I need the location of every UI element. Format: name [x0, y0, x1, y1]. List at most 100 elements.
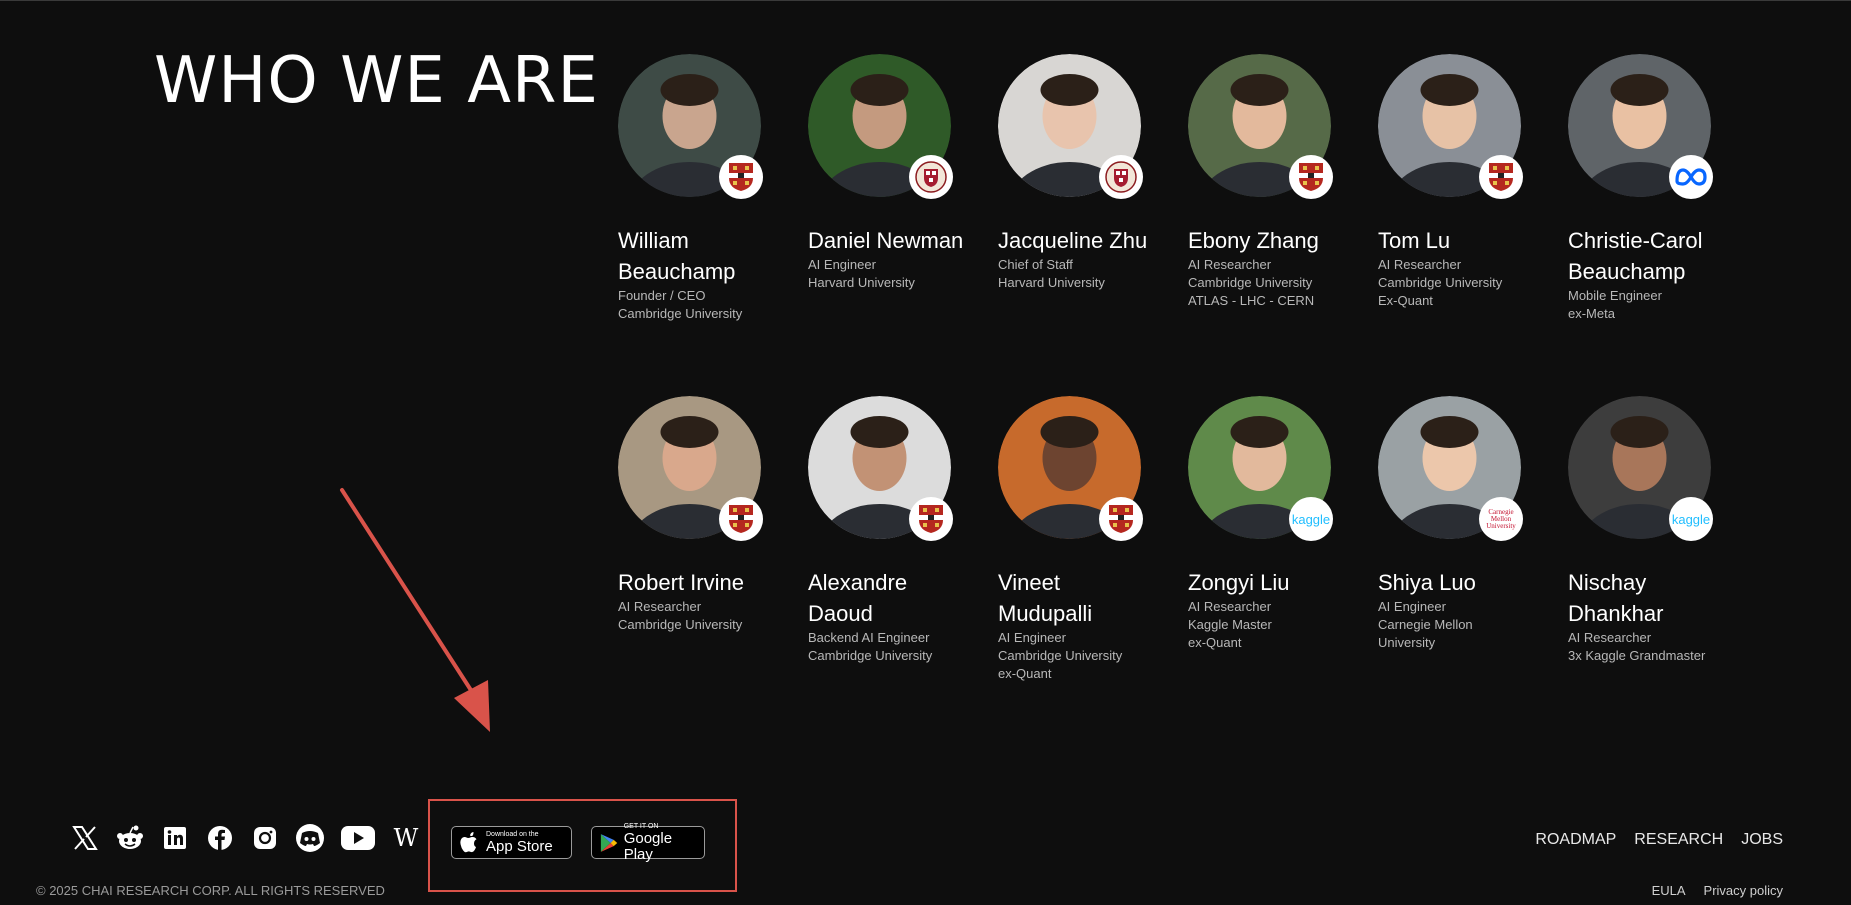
member-name: William Beauchamp	[618, 228, 736, 284]
member-detail: AI Researcher	[1568, 630, 1652, 645]
member-detail: AI Researcher	[1188, 599, 1272, 614]
member-photo-wrapper: kaggle	[1568, 396, 1713, 541]
member-detail: Cambridge University	[1188, 275, 1313, 290]
team-member-card: kaggle Zongyi Liu AI Researcher Kaggle Mast…	[1188, 396, 1358, 652]
member-name: Vineet Mudupalli	[998, 570, 1093, 626]
member-detail: Founder / CEO	[618, 288, 706, 303]
member-name: Nischay Dhankhar	[1568, 570, 1664, 626]
team-member-card: William Beauchamp Founder / CEO Cambridge …	[618, 54, 788, 323]
member-detail: Harvard University	[998, 275, 1105, 290]
app-store-label: App Store	[486, 837, 553, 855]
member-detail: ex-Meta	[1568, 306, 1615, 321]
member-photo-wrapper: kaggle	[1188, 396, 1333, 541]
member-detail: Cambridge University	[618, 306, 743, 321]
cambridge-crest-icon	[719, 497, 763, 541]
social-links: W	[70, 823, 436, 853]
team-member-card: Tom Lu AI Researcher Cambridge University E…	[1378, 54, 1548, 310]
youtube-icon[interactable]	[340, 823, 376, 853]
section-title: WHO WE ARE	[154, 44, 599, 118]
member-name: Tom Lu	[1378, 228, 1451, 253]
member-name: Shiya Luo	[1378, 570, 1476, 595]
member-photo-wrapper	[998, 396, 1143, 541]
member-name: Zongyi Liu	[1188, 570, 1290, 595]
cambridge-crest-icon	[1289, 155, 1333, 199]
harvard-crest-icon	[909, 155, 953, 199]
eula-link[interactable]: EULA	[1652, 883, 1686, 898]
wikipedia-icon[interactable]: W	[391, 823, 421, 853]
app-store-button[interactable]: Download on the App Store	[451, 826, 572, 859]
member-detail: AI Researcher	[618, 599, 702, 614]
harvard-crest-icon	[1099, 155, 1143, 199]
team-member-card: Carnegie Mellon University Shiya Luo AI En…	[1378, 396, 1548, 652]
member-detail: AI Researcher	[1378, 257, 1462, 272]
x-icon[interactable]	[70, 823, 100, 853]
member-photo-wrapper	[1378, 54, 1523, 199]
kaggle-logo-icon: kaggle	[1669, 497, 1713, 541]
team-member-card: Daniel Newman AI Engineer Harvard Universi…	[808, 54, 978, 292]
member-name: Daniel Newman	[808, 228, 964, 253]
member-detail: University	[1378, 635, 1436, 650]
wikipedia-glyph: W	[393, 824, 419, 852]
member-detail: Carnegie Mellon	[1378, 617, 1473, 632]
member-detail: AI Engineer	[998, 630, 1066, 645]
member-detail: Ex-Quant	[1378, 293, 1433, 308]
google-play-icon	[600, 833, 618, 852]
team-member-card: Ebony Zhang AI Researcher Cambridge Univer…	[1188, 54, 1358, 310]
member-detail: Cambridge University	[618, 617, 743, 632]
member-photo-wrapper	[618, 396, 763, 541]
member-detail: Chief of Staff	[998, 257, 1073, 272]
member-photo-wrapper	[808, 396, 953, 541]
member-detail: AI Engineer	[1378, 599, 1446, 614]
team-member-card: Jacqueline Zhu Chief of Staff Harvard Univ…	[998, 54, 1168, 292]
team-member-card: Vineet Mudupalli AI Engineer Cambridge Uni…	[998, 396, 1168, 683]
cambridge-crest-icon	[909, 497, 953, 541]
member-photo-wrapper	[998, 54, 1143, 199]
member-detail: AI Engineer	[808, 257, 876, 272]
member-name: Alexandre Daoud	[808, 570, 908, 626]
member-photo-wrapper	[1188, 54, 1333, 199]
team-member-card: Robert Irvine AI Researcher Cambridge Univ…	[618, 396, 788, 634]
roadmap-link[interactable]: ROADMAP	[1535, 831, 1616, 849]
cambridge-crest-icon	[719, 155, 763, 199]
member-detail: ex-Quant	[1188, 635, 1242, 650]
member-detail: Cambridge University	[1378, 275, 1503, 290]
facebook-icon[interactable]	[205, 823, 235, 853]
member-photo-wrapper: Carnegie Mellon University	[1378, 396, 1523, 541]
kaggle-logo-icon: kaggle	[1289, 497, 1333, 541]
member-photo-wrapper	[618, 54, 763, 199]
member-detail: Kaggle Master	[1188, 617, 1272, 632]
footer-nav: ROADMAP RESEARCH JOBS	[1517, 831, 1783, 849]
privacy-policy-link[interactable]: Privacy policy	[1704, 883, 1783, 898]
legal-links: EULA Privacy policy	[1634, 883, 1783, 898]
member-detail: 3x Kaggle Grandmaster	[1568, 648, 1706, 663]
google-play-button[interactable]: GET IT ON Google Play	[591, 823, 705, 862]
cmu-logo-text: Carnegie Mellon University	[1486, 507, 1516, 530]
instagram-icon[interactable]	[250, 823, 280, 853]
member-detail: Cambridge University	[808, 648, 933, 663]
member-detail: ex-Quant	[998, 666, 1052, 681]
apple-icon	[460, 831, 477, 852]
member-detail: AI Researcher	[1188, 257, 1272, 272]
annotation-arrow	[340, 488, 490, 732]
google-play-label: Google Play	[623, 829, 673, 863]
reddit-icon[interactable]	[115, 823, 145, 853]
jobs-link[interactable]: JOBS	[1741, 831, 1783, 849]
team-grid: William Beauchamp Founder / CEO Cambridge …	[618, 54, 1818, 714]
research-link[interactable]: RESEARCH	[1634, 831, 1723, 849]
member-name: Ebony Zhang	[1188, 228, 1319, 253]
cambridge-crest-icon	[1479, 155, 1523, 199]
team-member-card: Alexandre Daoud Backend AI Engineer Cambri…	[808, 396, 978, 665]
member-detail: Mobile Engineer	[1568, 288, 1662, 303]
meta-logo-icon	[1669, 155, 1713, 199]
linkedin-icon[interactable]	[160, 823, 190, 853]
member-photo-wrapper	[808, 54, 953, 199]
discord-icon[interactable]	[295, 823, 325, 853]
cmu-logo-icon: Carnegie Mellon University	[1479, 497, 1523, 541]
member-detail: Cambridge University	[998, 648, 1123, 663]
cambridge-crest-icon	[1099, 497, 1143, 541]
member-photo-wrapper	[1568, 54, 1713, 199]
top-divider	[0, 0, 1851, 1]
copyright: © 2025 CHAI RESEARCH CORP. ALL RIGHTS RE…	[36, 883, 385, 898]
kaggle-logo-text: kaggle	[1291, 511, 1331, 527]
member-name: Robert Irvine	[618, 570, 744, 595]
